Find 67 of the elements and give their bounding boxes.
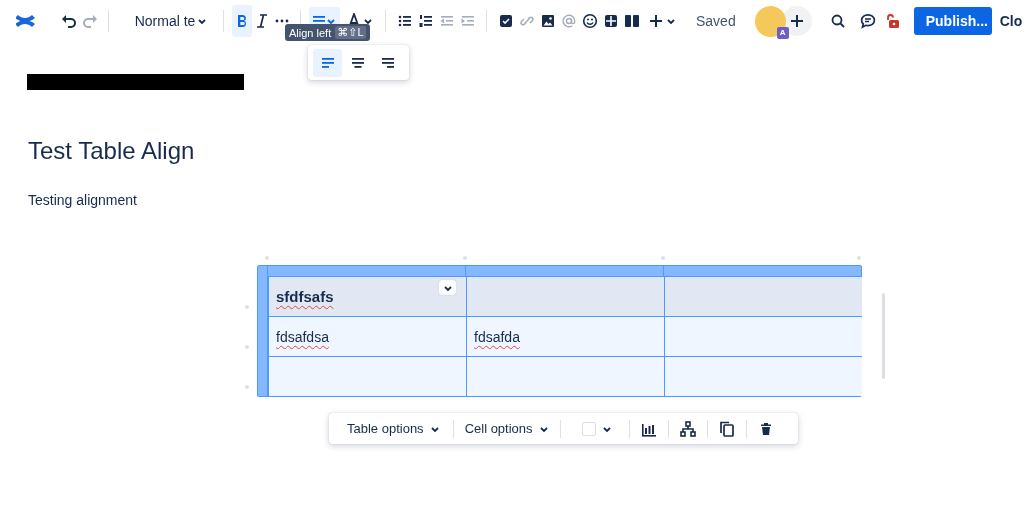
cell-menu-button[interactable] <box>439 280 456 295</box>
chevron-down-icon <box>197 16 208 26</box>
plus-icon <box>648 13 664 29</box>
chevron-down-icon <box>363 16 373 26</box>
undo-icon <box>60 13 77 29</box>
speech-bubble-icon <box>859 13 876 29</box>
table-options-dropdown[interactable]: Table options <box>337 415 448 442</box>
chevron-down-icon <box>666 16 676 26</box>
smiley-icon <box>581 13 598 29</box>
italic-icon <box>254 13 270 29</box>
page-title: Test Table Align <box>28 136 196 166</box>
table-cell[interactable] <box>268 356 466 396</box>
header-cell[interactable] <box>466 276 664 316</box>
row-insert-dot[interactable] <box>245 385 249 389</box>
cell-options-dropdown[interactable]: Cell options <box>458 415 555 442</box>
at-sign-icon <box>560 13 577 29</box>
color-swatch <box>581 421 596 436</box>
avatar-badge: A <box>776 26 789 39</box>
header-cell[interactable]: sfdfsafs <box>268 276 466 316</box>
publish-button[interactable]: Publish... <box>913 7 992 35</box>
column-insert-dot[interactable] <box>463 256 467 260</box>
column-insert-dot[interactable] <box>661 256 665 260</box>
cell-text: fdsafdsa <box>276 328 329 345</box>
table-cell[interactable] <box>664 316 862 356</box>
align-left-option[interactable] <box>313 48 342 77</box>
column-insert-dot[interactable] <box>857 256 861 260</box>
row-insert-dot[interactable] <box>245 345 249 349</box>
row-handle[interactable] <box>258 356 268 396</box>
columns-icon <box>623 13 640 29</box>
bold-button[interactable] <box>232 5 252 37</box>
save-status: Saved <box>696 13 736 29</box>
avatar[interactable]: A <box>754 5 786 37</box>
outdent-icon <box>438 13 455 29</box>
table-corner-handle[interactable] <box>258 266 268 276</box>
paragraph: Testing alignment <box>28 191 138 210</box>
text-style-dropdown[interactable]: Normal te <box>117 5 215 37</box>
indent-icon <box>459 13 476 29</box>
align-center-icon <box>350 55 365 70</box>
chevron-down-icon <box>326 16 336 26</box>
tooltip-label: Align left <box>289 26 332 39</box>
table-cell[interactable]: fdsafdsa <box>268 316 466 356</box>
table-cell[interactable]: fdsafda <box>466 316 664 356</box>
image-icon <box>539 13 556 29</box>
scrollbar[interactable] <box>882 293 885 379</box>
hierarchy-icon <box>679 420 696 437</box>
cell-text: sfdfsafs <box>276 288 334 305</box>
search-icon <box>829 13 846 29</box>
header-cell[interactable] <box>664 276 862 316</box>
copy-icon <box>718 420 735 437</box>
checkbox-icon <box>497 13 514 29</box>
redo-icon <box>81 13 98 29</box>
column-handle[interactable] <box>268 266 466 276</box>
row-insert-dot[interactable] <box>245 305 249 309</box>
table-cell[interactable] <box>664 356 862 396</box>
plus-icon <box>788 13 805 29</box>
keyboard-shortcut: ⌘⇧L <box>335 26 366 39</box>
column-handle[interactable] <box>664 266 862 276</box>
align-right-icon <box>380 55 395 70</box>
column-handle[interactable] <box>466 266 664 276</box>
cell-text: fdsafda <box>474 328 520 345</box>
table-icon <box>602 13 619 29</box>
table-cell[interactable] <box>466 356 664 396</box>
numbered-list-icon <box>417 13 434 29</box>
align-left-icon <box>320 55 335 70</box>
bulleted-list-icon <box>396 13 413 29</box>
column-insert-dot[interactable] <box>265 256 269 260</box>
close-button[interactable]: Clo <box>999 13 1023 29</box>
